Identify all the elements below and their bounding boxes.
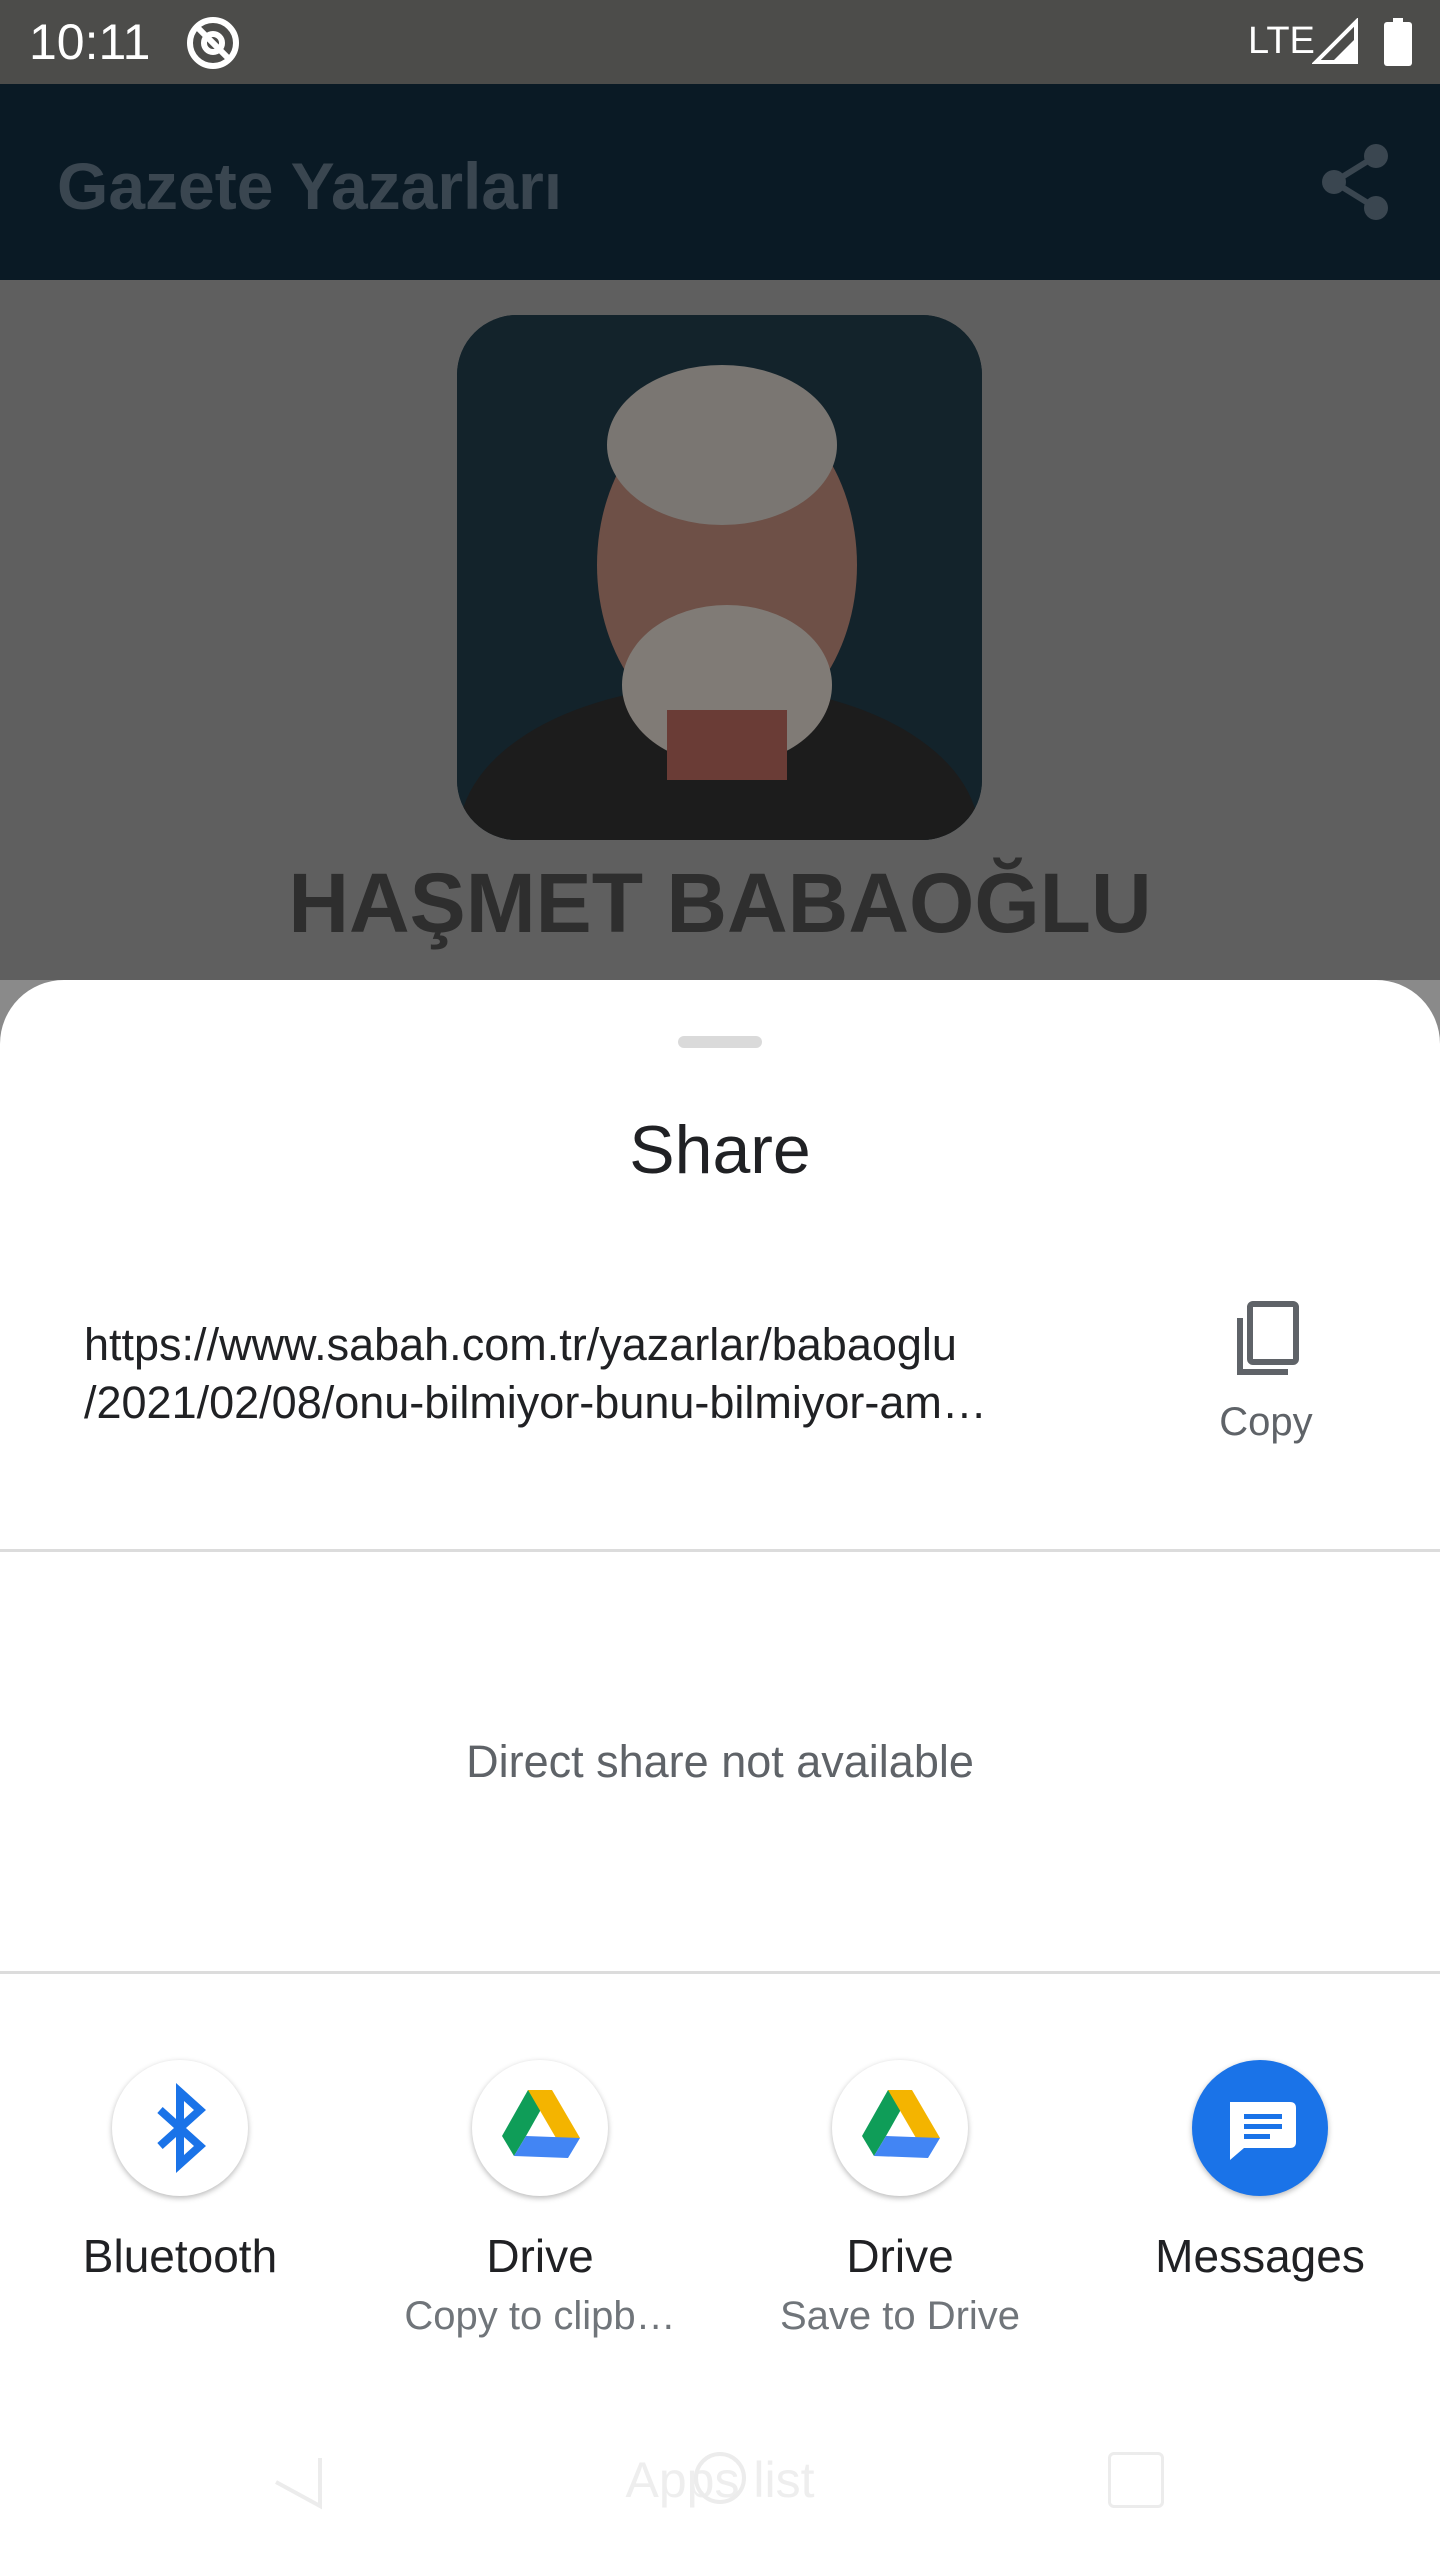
- home-icon[interactable]: [690, 2448, 750, 2508]
- share-target-bluetooth[interactable]: Bluetooth: [10, 2060, 350, 2360]
- share-target-sublabel: Copy to clipb…: [404, 2294, 676, 2338]
- share-icon[interactable]: [1318, 142, 1394, 222]
- shared-url-line-2: /2021/02/08/onu-bilmiyor-bunu-bilmiyor-a…: [84, 1377, 987, 1428]
- direct-share-message: Direct share not available: [466, 1736, 974, 1787]
- share-target-drive-copy[interactable]: Drive Copy to clipb…: [370, 2060, 710, 2360]
- share-target-messages[interactable]: Messages: [1090, 2060, 1430, 2360]
- network-type: LTE: [1248, 20, 1315, 62]
- status-bar: 10:11 LTE: [0, 0, 1440, 84]
- author-name: HAŞMET BABAOĞLU: [288, 856, 1152, 950]
- share-target-label: Drive: [486, 2230, 594, 2282]
- share-target-label: Drive: [846, 2230, 954, 2282]
- divider: [0, 1971, 1440, 1974]
- share-target-label: Bluetooth: [82, 2230, 278, 2282]
- shared-url-line-1: https://www.sabah.com.tr/yazarlar/babaog…: [84, 1319, 957, 1370]
- drive-icon: [472, 2060, 608, 2196]
- signal-icon: [1312, 18, 1358, 64]
- messages-icon: [1192, 2060, 1328, 2196]
- recent-apps-icon[interactable]: [1108, 2452, 1164, 2508]
- back-icon[interactable]: [270, 2452, 330, 2512]
- battery-icon: [1384, 18, 1412, 66]
- share-target-sublabel: Save to Drive: [779, 2294, 1021, 2338]
- copy-button[interactable]: Copy: [1190, 1290, 1342, 1450]
- shared-url: https://www.sabah.com.tr/yazarlar/babaog…: [84, 1316, 1094, 1432]
- share-sheet-title: Share: [629, 1112, 811, 1188]
- status-time: 10:11: [29, 14, 151, 70]
- copy-label: Copy: [1219, 1400, 1313, 1444]
- sheet-drag-handle[interactable]: [678, 1036, 762, 1048]
- app-title: Gazete Yazarları: [57, 149, 563, 223]
- share-target-drive-save[interactable]: Drive Save to Drive: [730, 2060, 1070, 2360]
- at-sign-icon: [187, 17, 239, 69]
- share-target-label: Messages: [1155, 2230, 1365, 2282]
- divider: [0, 1549, 1440, 1552]
- author-photo: [457, 315, 982, 840]
- bluetooth-icon: [112, 2060, 248, 2196]
- drive-icon: [832, 2060, 968, 2196]
- copy-icon: [1237, 1301, 1299, 1375]
